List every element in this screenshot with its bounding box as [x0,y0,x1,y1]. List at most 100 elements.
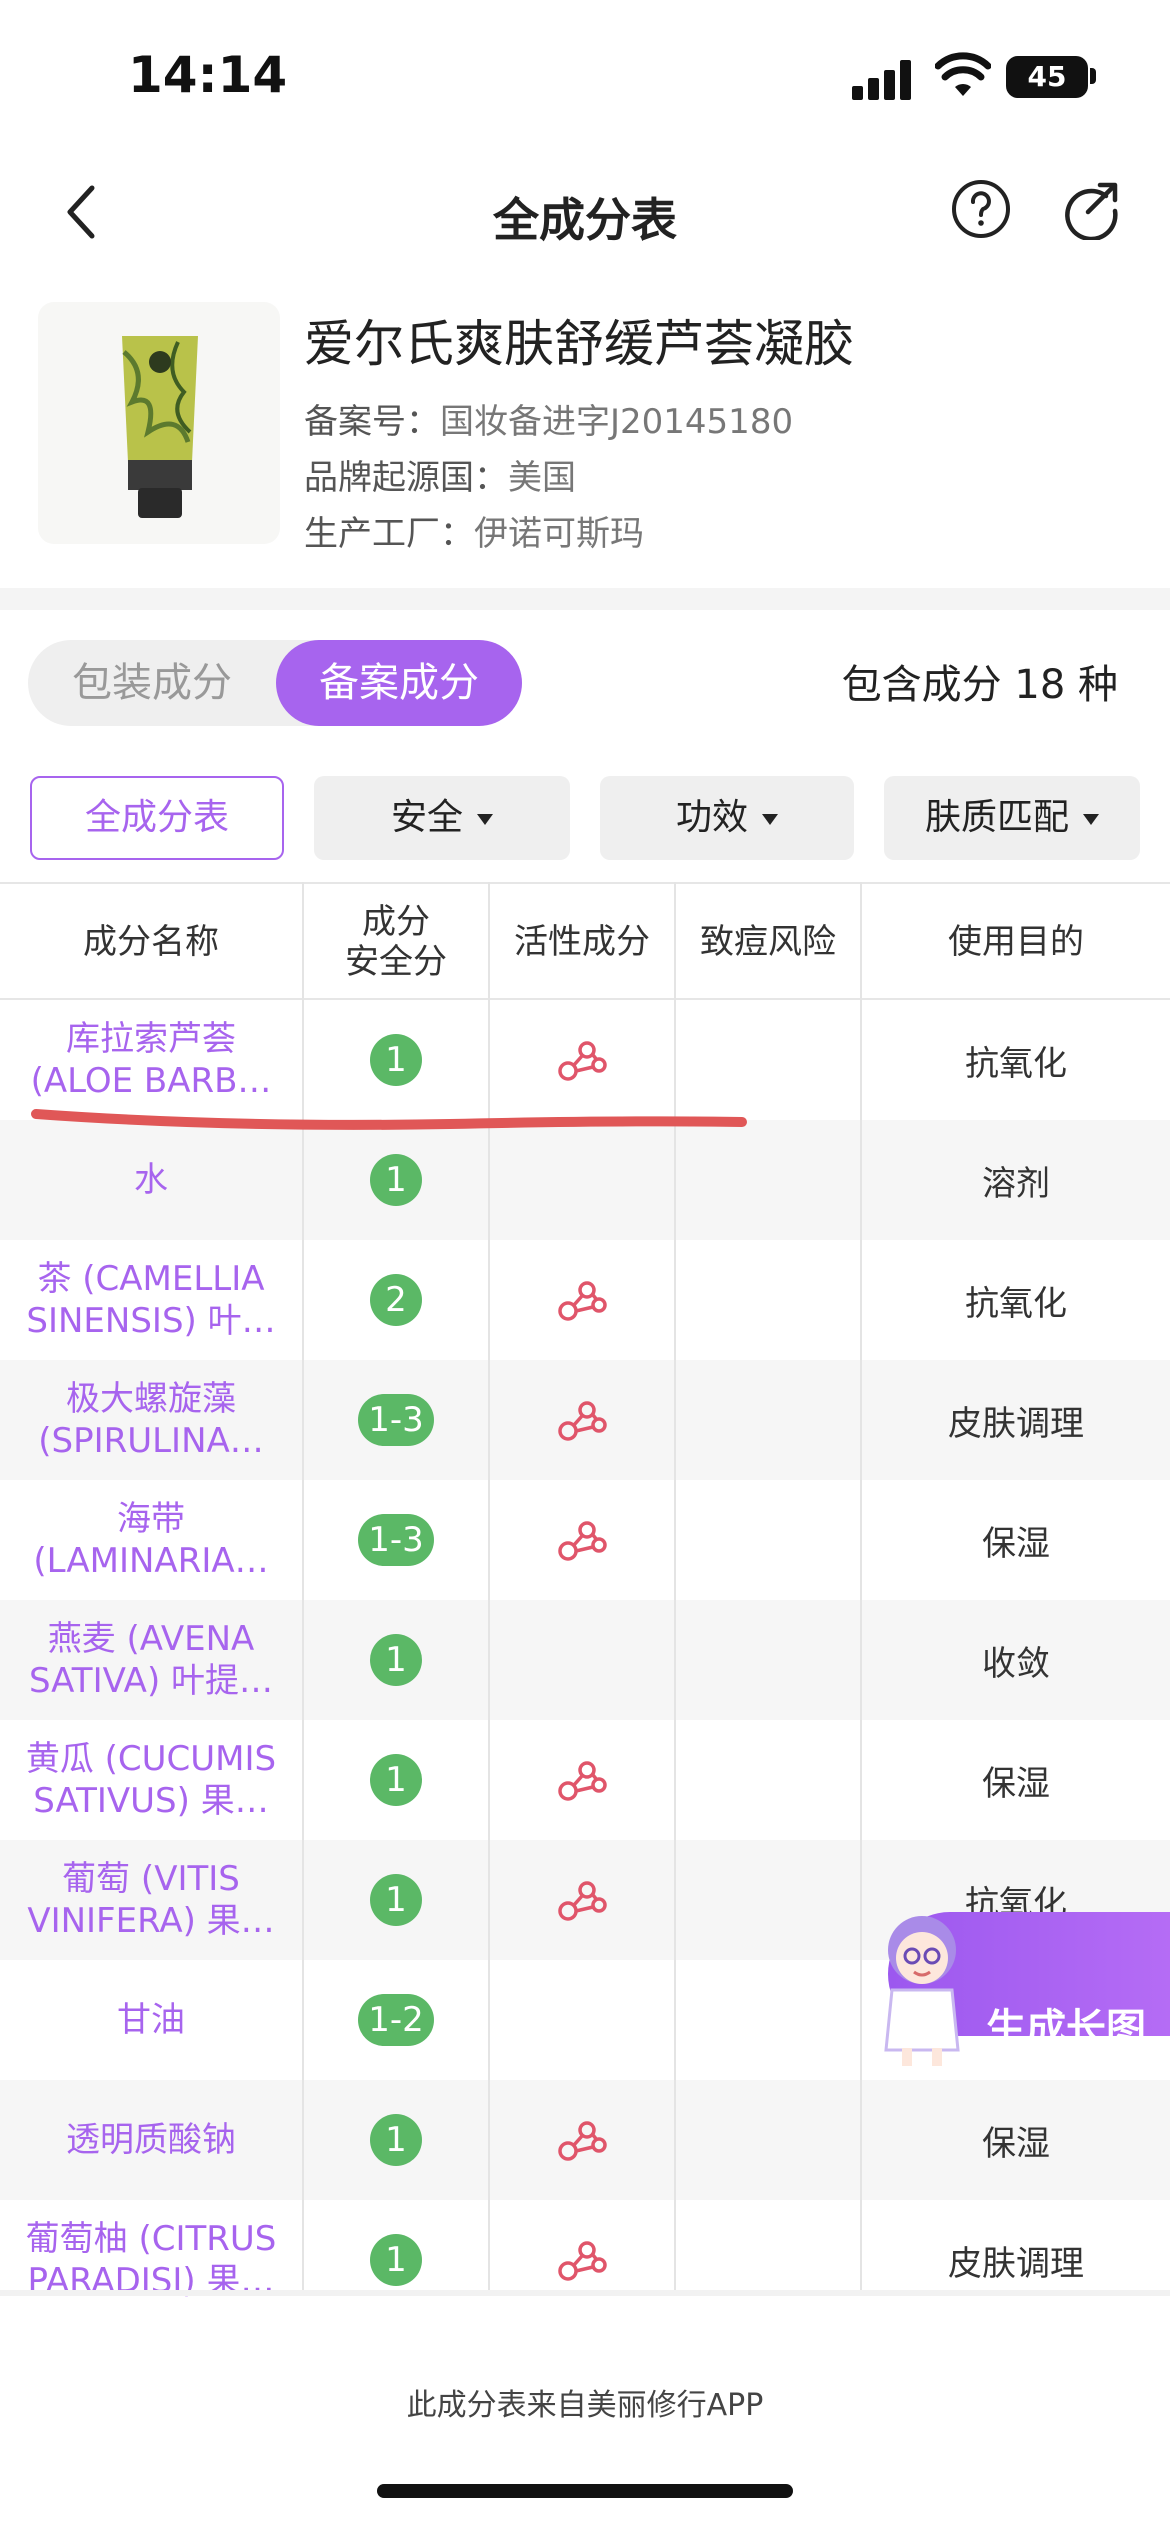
ingredient-name[interactable]: 葡萄柚 (CITRUS PARADISI) 果… [0,2200,302,2320]
ingredient-name[interactable]: 甘油 [0,1960,302,2080]
home-indicator[interactable] [377,2484,793,2498]
usage-purpose: 保湿 [982,2123,1050,2164]
safety-score-badge: 1 [370,1874,422,1926]
brand-origin: 品牌起源国：美国 [304,458,576,498]
battery-tip [1090,68,1096,84]
usage-purpose: 皮肤调理 [948,2243,1084,2284]
filter-safety[interactable]: 安全 [314,776,570,860]
table-row[interactable]: 极大螺旋藻 (SPIRULINA… 1-3 皮肤调理 [0,1360,1170,1480]
usage-purpose: 皮肤调理 [948,1403,1084,1444]
footer-divider [0,2290,1170,2296]
safety-score-badge: 1 [370,2114,422,2166]
active-ingredient-icon [558,1281,607,1321]
active-cell [490,1360,674,1480]
dropdown-caret-icon [762,813,778,825]
tab-packaging-ingredients[interactable]: 包装成分 [28,640,276,726]
active-ingredient-icon [558,1401,607,1441]
product-image [38,302,280,544]
safety-score-cell: 2 [304,1240,488,1360]
cellular-signal-icon [852,60,914,100]
safety-score-badge: 1-3 [358,1514,434,1566]
safety-score-cell: 1 [304,2200,488,2320]
column-divider [674,882,676,2292]
active-cell [490,1840,674,1960]
safety-score-cell: 1 [304,1600,488,1720]
status-bar: 14:14 45 [0,0,1170,150]
ingredient-name[interactable]: 库拉索芦荟 (ALOE BARB… [0,1000,302,1120]
column-divider [302,882,304,2292]
acne-risk-cell [676,1000,860,1120]
ingredient-name[interactable]: 极大螺旋藻 (SPIRULINA… [0,1360,302,1480]
usage-purpose: 抗氧化 [965,1043,1067,1084]
wifi-icon [935,52,991,96]
filter-effect[interactable]: 功效 [600,776,854,860]
filter-all-ingredients[interactable]: 全成分表 [30,776,284,860]
product-name: 爱尔氏爽肤舒缓芦荟凝胶 [304,315,854,373]
acne-risk-cell [676,1240,860,1360]
header-name: 成分名称 [83,922,219,962]
table-row[interactable]: 透明质酸钠 1 保湿 [0,2080,1170,2200]
usage-purpose: 保湿 [982,1763,1050,1804]
share-icon[interactable] [1060,178,1122,240]
safety-score-cell: 1-3 [304,1480,488,1600]
header-purpose: 使用目的 [948,922,1084,962]
table-body: 库拉索芦荟 (ALOE BARB… 1 抗氧化水 1 溶剂茶 (CAMELLIA SIN… [0,1000,1170,2320]
ingredient-name[interactable]: 透明质酸钠 [0,2080,302,2200]
active-cell [490,2080,674,2200]
column-divider [860,882,862,2292]
help-icon[interactable] [950,178,1012,240]
safety-score-cell: 1 [304,1120,488,1240]
ingredient-name[interactable]: 海带 (LAMINARIA… [0,1480,302,1600]
acne-risk-cell [676,1720,860,1840]
safety-score-cell: 1-3 [304,1360,488,1480]
safety-score-badge: 1-2 [358,1994,434,2046]
product-info: 爱尔氏爽肤舒缓芦荟凝胶 备案号：国妆备进字J20145180 品牌起源国：美国 … [0,290,1170,590]
acne-risk-cell [676,1840,860,1960]
ingredient-name[interactable]: 葡萄 (VITIS VINIFERA) 果… [0,1840,302,1960]
active-ingredient-icon [558,2241,607,2281]
usage-purpose: 收敛 [982,1643,1050,1684]
usage-purpose: 溶剂 [982,1163,1050,1204]
active-ingredient-icon [558,1881,607,1921]
acne-risk-cell [676,2200,860,2320]
usage-purpose: 保湿 [982,1523,1050,1564]
safety-score-badge: 1 [370,1754,422,1806]
active-cell [490,1480,674,1600]
section-divider [0,588,1170,610]
active-cell [490,1960,674,2080]
mascot-doctor-icon [884,1916,960,2066]
acne-risk-cell [676,2080,860,2200]
table-row[interactable]: 海带 (LAMINARIA… 1-3 保湿 [0,1480,1170,1600]
safety-score-badge: 1 [370,1154,422,1206]
table-row[interactable]: 茶 (CAMELLIA SINENSIS) 叶… 2 抗氧化 [0,1240,1170,1360]
active-ingredient-icon [558,1521,607,1561]
safety-score-badge: 1 [370,2234,422,2286]
safety-score-cell: 1 [304,1840,488,1960]
ingredient-name[interactable]: 茶 (CAMELLIA SINENSIS) 叶… [0,1240,302,1360]
ingredient-name[interactable]: 燕麦 (AVENA SATIVA) 叶提… [0,1600,302,1720]
ingredient-name[interactable]: 水 [0,1120,302,1240]
table-row[interactable]: 黄瓜 (CUCUMIS SATIVUS) 果… 1 保湿 [0,1720,1170,1840]
header-active: 活性成分 [514,922,650,962]
acne-risk-cell [676,1480,860,1600]
safety-score-badge: 1-3 [358,1394,434,1446]
safety-score-badge: 1 [370,1034,422,1086]
table-row[interactable]: 葡萄柚 (CITRUS PARADISI) 果… 1 皮肤调理 [0,2200,1170,2320]
active-ingredient-icon [558,2121,607,2161]
active-cell [490,2200,674,2320]
acne-risk-cell [676,1360,860,1480]
filter-skin-match[interactable]: 肤质匹配 [884,776,1140,860]
dropdown-caret-icon [1083,813,1099,825]
ingredient-name[interactable]: 黄瓜 (CUCUMIS SATIVUS) 果… [0,1720,302,1840]
generate-long-image-label: 生成长图 [986,2006,1146,2052]
table-row[interactable]: 库拉索芦荟 (ALOE BARB… 1 抗氧化 [0,1000,1170,1120]
table-row[interactable]: 燕麦 (AVENA SATIVA) 叶提… 1 收敛 [0,1600,1170,1720]
table-row[interactable]: 水 1 溶剂 [0,1120,1170,1240]
active-cell [490,1240,674,1360]
status-time: 14:14 [128,46,288,104]
safety-score-cell: 1 [304,2080,488,2200]
tab-filed-ingredients[interactable]: 备案成分 [276,640,522,726]
active-ingredient-icon [558,1761,607,1801]
active-cell [490,1720,674,1840]
safety-score-badge: 2 [370,1274,422,1326]
